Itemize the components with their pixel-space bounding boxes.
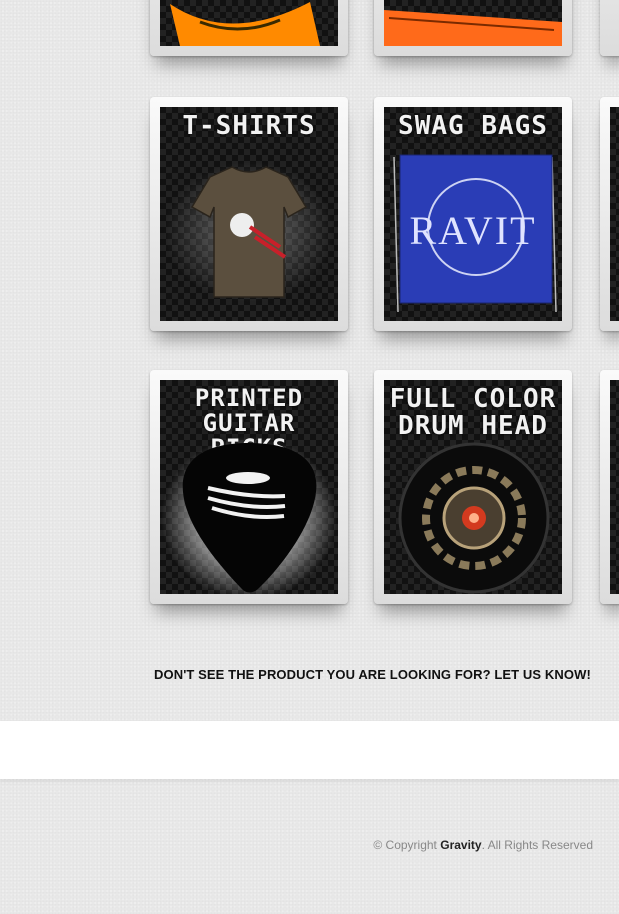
product-tile-guitar-picks[interactable]: PRINTED GUITAR PICKS bbox=[150, 370, 348, 604]
copyright: © Copyright Gravity. All Rights Reserved bbox=[373, 838, 593, 852]
contact-link[interactable]: DON'T SEE THE PRODUCT YOU ARE LOOKING FO… bbox=[154, 667, 619, 682]
product-tile-partial[interactable] bbox=[600, 97, 619, 331]
product-image bbox=[610, 380, 619, 594]
product-image bbox=[160, 0, 338, 46]
bag-print: RAVIT bbox=[409, 208, 537, 253]
product-tile-drum-head[interactable]: FULL COLOR DRUM HEAD bbox=[374, 370, 572, 604]
product-tile-swag-bags[interactable]: SWAG BAGS RAVIT bbox=[374, 97, 572, 331]
footer-band bbox=[0, 721, 619, 779]
product-tile-partial[interactable] bbox=[600, 0, 619, 56]
product-tile-tshirts[interactable]: T-SHIRTS bbox=[150, 97, 348, 331]
product-tile-wristbands[interactable] bbox=[150, 0, 348, 56]
product-tile-lanyards[interactable] bbox=[374, 0, 572, 56]
product-image: SWAG BAGS RAVIT bbox=[384, 107, 562, 321]
brand-name: Gravity bbox=[440, 838, 482, 852]
product-image: T-SHIRTS bbox=[160, 107, 338, 321]
product-image bbox=[384, 0, 562, 46]
product-image bbox=[610, 107, 619, 321]
product-image: FULL COLOR DRUM HEAD bbox=[384, 380, 562, 594]
copyright-prefix: © Copyright bbox=[373, 838, 437, 852]
copyright-suffix: . All Rights Reserved bbox=[481, 838, 593, 852]
product-image: PRINTED GUITAR PICKS bbox=[160, 380, 338, 594]
product-tile-partial[interactable] bbox=[600, 370, 619, 604]
